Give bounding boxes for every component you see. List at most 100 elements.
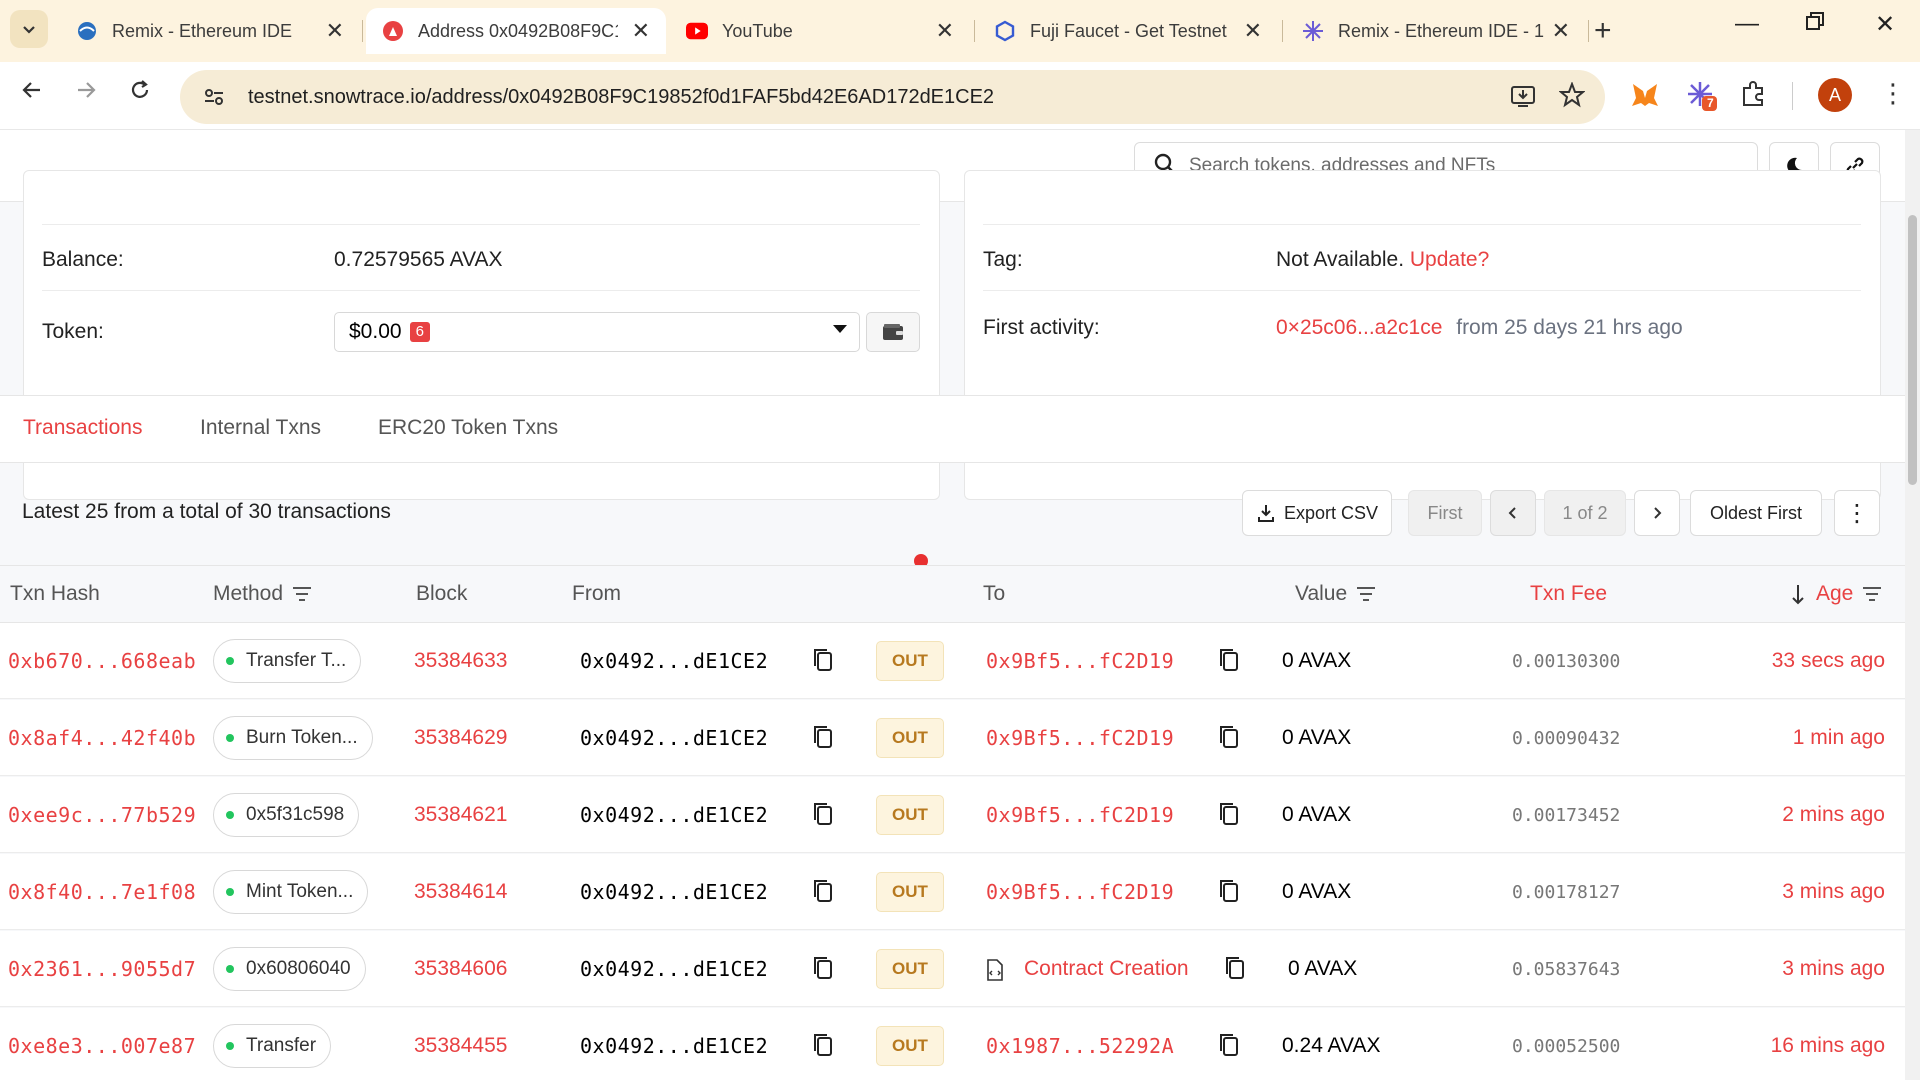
txn-hash-link[interactable]: 0xee9c...77b529 [8,803,196,827]
close-icon[interactable]: ✕ [1552,18,1570,44]
txn-fee-value: 0.00178127 [1512,882,1621,903]
chevron-left-icon [1508,507,1516,519]
col-method[interactable]: Method [213,582,313,606]
block-link[interactable]: 35384633 [414,649,507,673]
export-csv-label: Export CSV [1283,502,1379,523]
block-link[interactable]: 35384629 [414,726,507,750]
txn-hash-link[interactable]: 0x8af4...42f40b [8,726,196,750]
first-activity-hash-link[interactable]: 0×25c06...a2c1ce [1276,316,1442,339]
forward-icon[interactable] [74,78,98,109]
next-page-button[interactable] [1634,490,1680,536]
tab-internal-txns[interactable]: Internal Txns [200,416,321,440]
to-address-link[interactable]: 0x9Bf5...fC2D19 [986,880,1174,904]
token-dropdown[interactable]: $0.00 6 [334,312,860,352]
scrollbar-thumb[interactable] [1908,215,1917,485]
txn-hash-link[interactable]: 0x8f40...7e1f08 [8,880,196,904]
filter-icon[interactable] [1861,585,1883,603]
copy-icon[interactable] [812,1032,834,1063]
filter-icon[interactable] [291,585,313,603]
oldest-first-button[interactable]: Oldest First [1690,490,1822,536]
block-link[interactable]: 35384455 [414,1034,507,1058]
page-scrollbar[interactable] [1905,130,1920,1080]
txn-hash-link[interactable]: 0xe8e3...007e87 [8,1034,196,1058]
col-age[interactable]: Age [1790,582,1883,606]
txn-hash-link[interactable]: 0xb670...668eab [8,649,196,673]
to-address-link[interactable]: 0x9Bf5...fC2D19 [986,803,1174,827]
metamask-icon[interactable] [1630,80,1660,115]
tab-title: Fuji Faucet - Get Testnet [1030,20,1227,41]
minimize-icon[interactable]: — [1735,10,1759,38]
remix-icon [76,20,98,42]
browser-tab-bar: Remix - Ethereum IDE ✕ Address 0x0492B08… [0,0,1920,62]
more-options-kebab-icon[interactable]: ⋮ [1834,490,1880,536]
to-address-link[interactable]: 0x9Bf5...fC2D19 [986,649,1174,673]
block-link[interactable]: 35384621 [414,803,507,827]
direction-badge: OUT [876,795,944,835]
to-address-link[interactable]: 0x9Bf5...fC2D19 [986,726,1174,750]
copy-icon[interactable] [1218,801,1240,832]
tab-youtube[interactable]: YouTube ✕ [670,8,970,54]
back-icon[interactable] [20,78,44,109]
first-activity-value: 0×25c06...a2c1ce from 25 days 21 hrs ago [1276,316,1683,340]
tab-remix[interactable]: Remix - Ethereum IDE ✕ [60,8,360,54]
menu-kebab-icon[interactable]: ⋮ [1880,78,1906,109]
copy-icon[interactable] [812,647,834,678]
profile-avatar[interactable]: A [1818,78,1852,112]
copy-icon[interactable] [1218,647,1240,678]
extension-badge-icon[interactable]: 7 [1686,80,1718,117]
method-badge: 0x60806040 [213,947,366,991]
copy-icon[interactable] [1218,878,1240,909]
txn-hash-link[interactable]: 0x2361...9055d7 [8,957,196,981]
close-window-icon[interactable]: ✕ [1875,10,1895,39]
reload-icon[interactable] [128,78,152,109]
new-tab-plus-icon[interactable]: + [1594,14,1612,48]
from-address: 0x0492...dE1CE2 [580,649,769,673]
wallet-button[interactable] [866,312,920,352]
close-icon[interactable]: ✕ [936,18,954,44]
tab-transactions[interactable]: Transactions [23,416,142,440]
restore-icon[interactable] [1805,10,1825,38]
direction-badge: OUT [876,872,944,912]
remix-icon [1302,20,1324,42]
method-badge: Transfer [213,1024,332,1068]
to-address-link[interactable]: 0x1987...52292A [986,1034,1174,1058]
close-icon[interactable]: ✕ [326,18,344,44]
copy-icon[interactable] [812,801,834,832]
col-txn-fee[interactable]: Txn Fee [1530,582,1607,606]
tab-title: Remix - Ethereum IDE - 1 [1338,20,1545,41]
address-bar[interactable]: testnet.snowtrace.io/address/0x0492B08F9… [180,70,1605,124]
tag-update-link[interactable]: Update? [1410,248,1489,271]
copy-icon[interactable] [812,955,834,986]
site-info-icon[interactable] [196,79,232,115]
export-csv-button[interactable]: Export CSV [1242,490,1392,536]
col-value[interactable]: Value [1295,582,1377,606]
block-link[interactable]: 35384606 [414,957,507,981]
copy-icon[interactable] [1218,1032,1240,1063]
tab-remix-2[interactable]: Remix - Ethereum IDE - 1 ✕ [1286,8,1586,54]
close-icon[interactable]: ✕ [1244,18,1262,44]
transactions-summary: Latest 25 from a total of 30 transaction… [22,500,391,523]
extensions-puzzle-icon[interactable] [1740,80,1768,113]
copy-icon[interactable] [1224,955,1246,986]
method-badge: Transfer T... [213,639,362,683]
bookmark-star-icon[interactable] [1558,81,1586,115]
table-header: Txn Hash Method Block From To Value Txn … [0,565,1905,623]
copy-icon[interactable] [1218,724,1240,755]
block-link[interactable]: 35384614 [414,880,507,904]
prev-page-button[interactable] [1490,490,1536,536]
caret-down-icon [833,325,847,333]
copy-icon[interactable] [812,724,834,755]
tab-fuji-faucet[interactable]: Fuji Faucet - Get Testnet ✕ [978,8,1278,54]
to-contract-creation-link[interactable]: Contract Creation [1024,957,1189,981]
tab-erc20-token-txns[interactable]: ERC20 Token Txns [378,416,558,440]
tab-search-button[interactable] [10,10,48,48]
txn-fee-value: 0.00052500 [1512,1036,1621,1057]
first-page-button[interactable]: First [1408,490,1482,536]
copy-icon[interactable] [812,878,834,909]
txn-fee-value: 0.05837643 [1512,959,1621,980]
filter-icon[interactable] [1355,585,1377,603]
close-icon[interactable]: ✕ [632,18,650,44]
method-label: Mint Token... [246,881,354,902]
install-app-icon[interactable] [1509,82,1537,115]
tab-snowtrace-address[interactable]: Address 0x0492B08F9C1’ ✕ [366,8,666,54]
